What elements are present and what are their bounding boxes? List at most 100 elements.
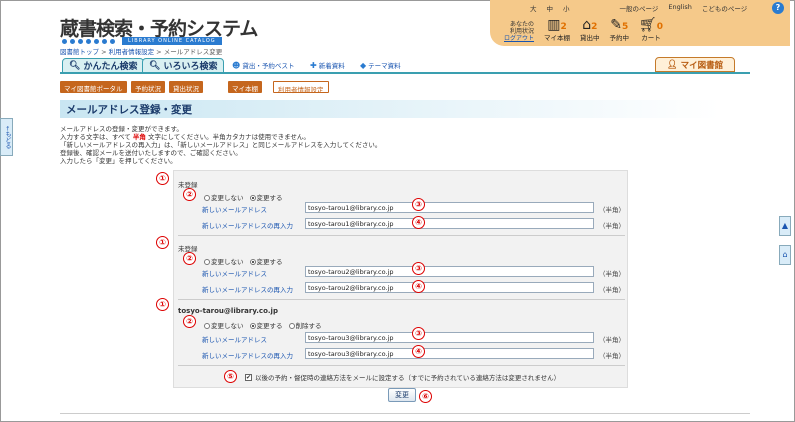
home-side-button[interactable]: ⌂: [779, 245, 791, 265]
breadcrumb-current: メールアドレス変更: [163, 48, 223, 56]
radio-change[interactable]: 変更する: [249, 256, 283, 266]
house-icon: ⌂: [582, 17, 592, 33]
status-borrowed[interactable]: ⌂2 貸出中: [580, 18, 600, 42]
status-myshelf[interactable]: ▥2 マイ本棚: [544, 18, 570, 42]
annotation-marker-1: ①: [156, 172, 169, 185]
status-items: あなたの 利用状況 ログアウト ▥2 マイ本棚 ⌂2 貸出中 ✎5 予約中 🛒︎…: [504, 18, 663, 42]
change-radios: 変更しない 変更する: [204, 192, 283, 202]
divider: [178, 365, 625, 366]
annotation-marker-2: ②: [183, 252, 196, 265]
radio-change[interactable]: 変更する: [249, 320, 283, 330]
change-radios: 変更しない 変更する: [204, 256, 283, 266]
breadcrumb-home[interactable]: 図書館トップ: [60, 48, 99, 56]
general-page-link[interactable]: 一般のページ: [620, 3, 659, 13]
new-email-label: 新しいメールアドレス: [202, 336, 267, 344]
subnav-reservations[interactable]: 予約状況: [131, 81, 165, 93]
annotation-marker-1: ①: [156, 298, 169, 311]
notify-checkbox[interactable]: ✔: [245, 373, 252, 381]
breadcrumb: 図書館トップ > 利用者情報設定 > メールアドレス変更: [60, 48, 223, 56]
breadcrumb-parent[interactable]: 利用者情報設定: [109, 48, 155, 56]
annotation-marker-4: ④: [412, 280, 425, 293]
notify-checkbox-row: ✔ 以後の予約・督促時の連絡方法をメールに設定する（すでに予約されている連絡方法…: [245, 372, 560, 382]
tab-new[interactable]: ✚ 新着資料: [310, 60, 345, 71]
logo-subline: LIBRARY ONLINE CATALOG: [62, 37, 222, 45]
email-form: 未登録 変更しない 変更する 新しいメールアドレス （半角） 新しいメールアドレ…: [173, 170, 628, 388]
reenter-email-input[interactable]: [305, 348, 594, 359]
tab-advanced-search[interactable]: 🔍︎ いろいろ検索: [142, 58, 225, 73]
tab-best[interactable]: ☻ 貸出・予約ベスト: [232, 60, 294, 71]
radio-no-change[interactable]: 変更しない: [204, 256, 244, 266]
font-medium-link[interactable]: 中: [547, 3, 554, 13]
usage-status: あなたの 利用状況 ログアウト: [504, 21, 535, 42]
subnav-myshelf[interactable]: マイ本棚: [228, 81, 262, 93]
divider: [178, 235, 625, 236]
tab-simple-search[interactable]: 🔍︎ かんたん検索: [62, 58, 145, 73]
radio-delete[interactable]: 削除する: [288, 320, 322, 330]
new-email-label: 新しいメールアドレス: [202, 270, 267, 278]
unit-label: （半角）: [599, 206, 625, 214]
annotation-marker-3: ③: [412, 262, 425, 275]
instructions: メールアドレスの登録・変更ができます。 入力する文字は、すべて 半角 文字にして…: [60, 125, 382, 165]
unit-label: （半角）: [599, 270, 625, 278]
font-small-link[interactable]: 小: [563, 3, 570, 13]
new-email-label: 新しいメールアドレス: [202, 206, 267, 214]
tab-divider: [60, 72, 750, 74]
radio-change[interactable]: 変更する: [249, 192, 283, 202]
reenter-email-label: 新しいメールアドレスの再入力: [202, 352, 293, 360]
page-title: メールアドレス登録・変更: [66, 104, 192, 116]
person-icon: ☻: [232, 60, 241, 70]
annotation-marker-4: ④: [412, 216, 425, 229]
plus-icon: ✚: [310, 60, 317, 70]
annotation-marker-6: ⑥: [419, 390, 432, 403]
logout-link[interactable]: ログアウト: [504, 35, 534, 42]
annotation-marker-4: ④: [412, 345, 425, 358]
annotation-marker-3: ③: [412, 198, 425, 211]
help-icon[interactable]: ?: [772, 2, 784, 14]
status-reserved[interactable]: ✎5 予約中: [610, 18, 630, 42]
cart-icon: 🛒︎: [639, 17, 657, 33]
status-cart[interactable]: 🛒︎0 カート: [639, 18, 663, 42]
search-icon: 🔍︎: [69, 60, 81, 71]
new-email-input[interactable]: [305, 266, 594, 277]
page-top-button[interactable]: ▲: [779, 216, 791, 236]
search-icon: 🔍︎: [149, 60, 161, 71]
current-email: tosyo-tarou@library.co.jp: [178, 307, 278, 315]
new-email-input[interactable]: [305, 332, 594, 343]
notify-checkbox-label: 以後の予約・督促時の連絡方法をメールに設定する（すでに予約されている連絡方法は変…: [255, 374, 561, 382]
subnav-user-settings[interactable]: 利用者情報設定: [273, 81, 329, 94]
change-radios: 変更しない 変更する 削除する: [204, 320, 322, 330]
unit-label: （半角）: [599, 286, 625, 294]
tab-mylibrary[interactable]: 👤︎ マイ図書館: [655, 57, 735, 72]
user-icon: 👤︎: [666, 59, 678, 70]
unit-label: （半角）: [599, 222, 625, 230]
top-links: 大 中 小 一般のページ English こどものページ: [530, 3, 747, 13]
annotation-marker-2: ②: [183, 315, 196, 328]
shelf-icon: ▥: [547, 17, 561, 33]
reenter-email-input[interactable]: [305, 282, 594, 293]
unit-label: （半角）: [599, 336, 625, 344]
unit-label: （半角）: [599, 352, 625, 360]
annotation-marker-5: ⑤: [224, 370, 237, 383]
english-link[interactable]: English: [668, 3, 691, 13]
subnav-portal[interactable]: マイ図書館ポータル: [60, 81, 127, 93]
submit-change-button[interactable]: 変更: [388, 388, 416, 402]
back-side-tab[interactable]: ←もどる: [0, 118, 13, 156]
divider: [178, 299, 625, 300]
annotation-marker-3: ③: [412, 327, 425, 340]
font-large-link[interactable]: 大: [530, 3, 537, 13]
footer-divider: [60, 413, 750, 414]
reenter-email-label: 新しいメールアドレスの再入力: [202, 286, 293, 294]
reserve-icon: ✎: [610, 17, 622, 33]
annotation-marker-2: ②: [183, 188, 196, 201]
tag-icon: ◆: [360, 60, 367, 70]
annotation-marker-1: ①: [156, 236, 169, 249]
radio-no-change[interactable]: 変更しない: [204, 320, 244, 330]
reenter-email-input[interactable]: [305, 218, 594, 229]
new-email-input[interactable]: [305, 202, 594, 213]
subnav-loans[interactable]: 貸出状況: [169, 81, 203, 93]
page-title-band: メールアドレス登録・変更: [60, 100, 720, 118]
radio-no-change[interactable]: 変更しない: [204, 192, 244, 202]
tab-theme[interactable]: ◆ テーマ資料: [360, 60, 401, 71]
user-status-bar: 大 中 小 一般のページ English こどものページ ? あなたの 利用状況…: [490, 0, 790, 46]
kids-page-link[interactable]: こどものページ: [702, 3, 747, 13]
